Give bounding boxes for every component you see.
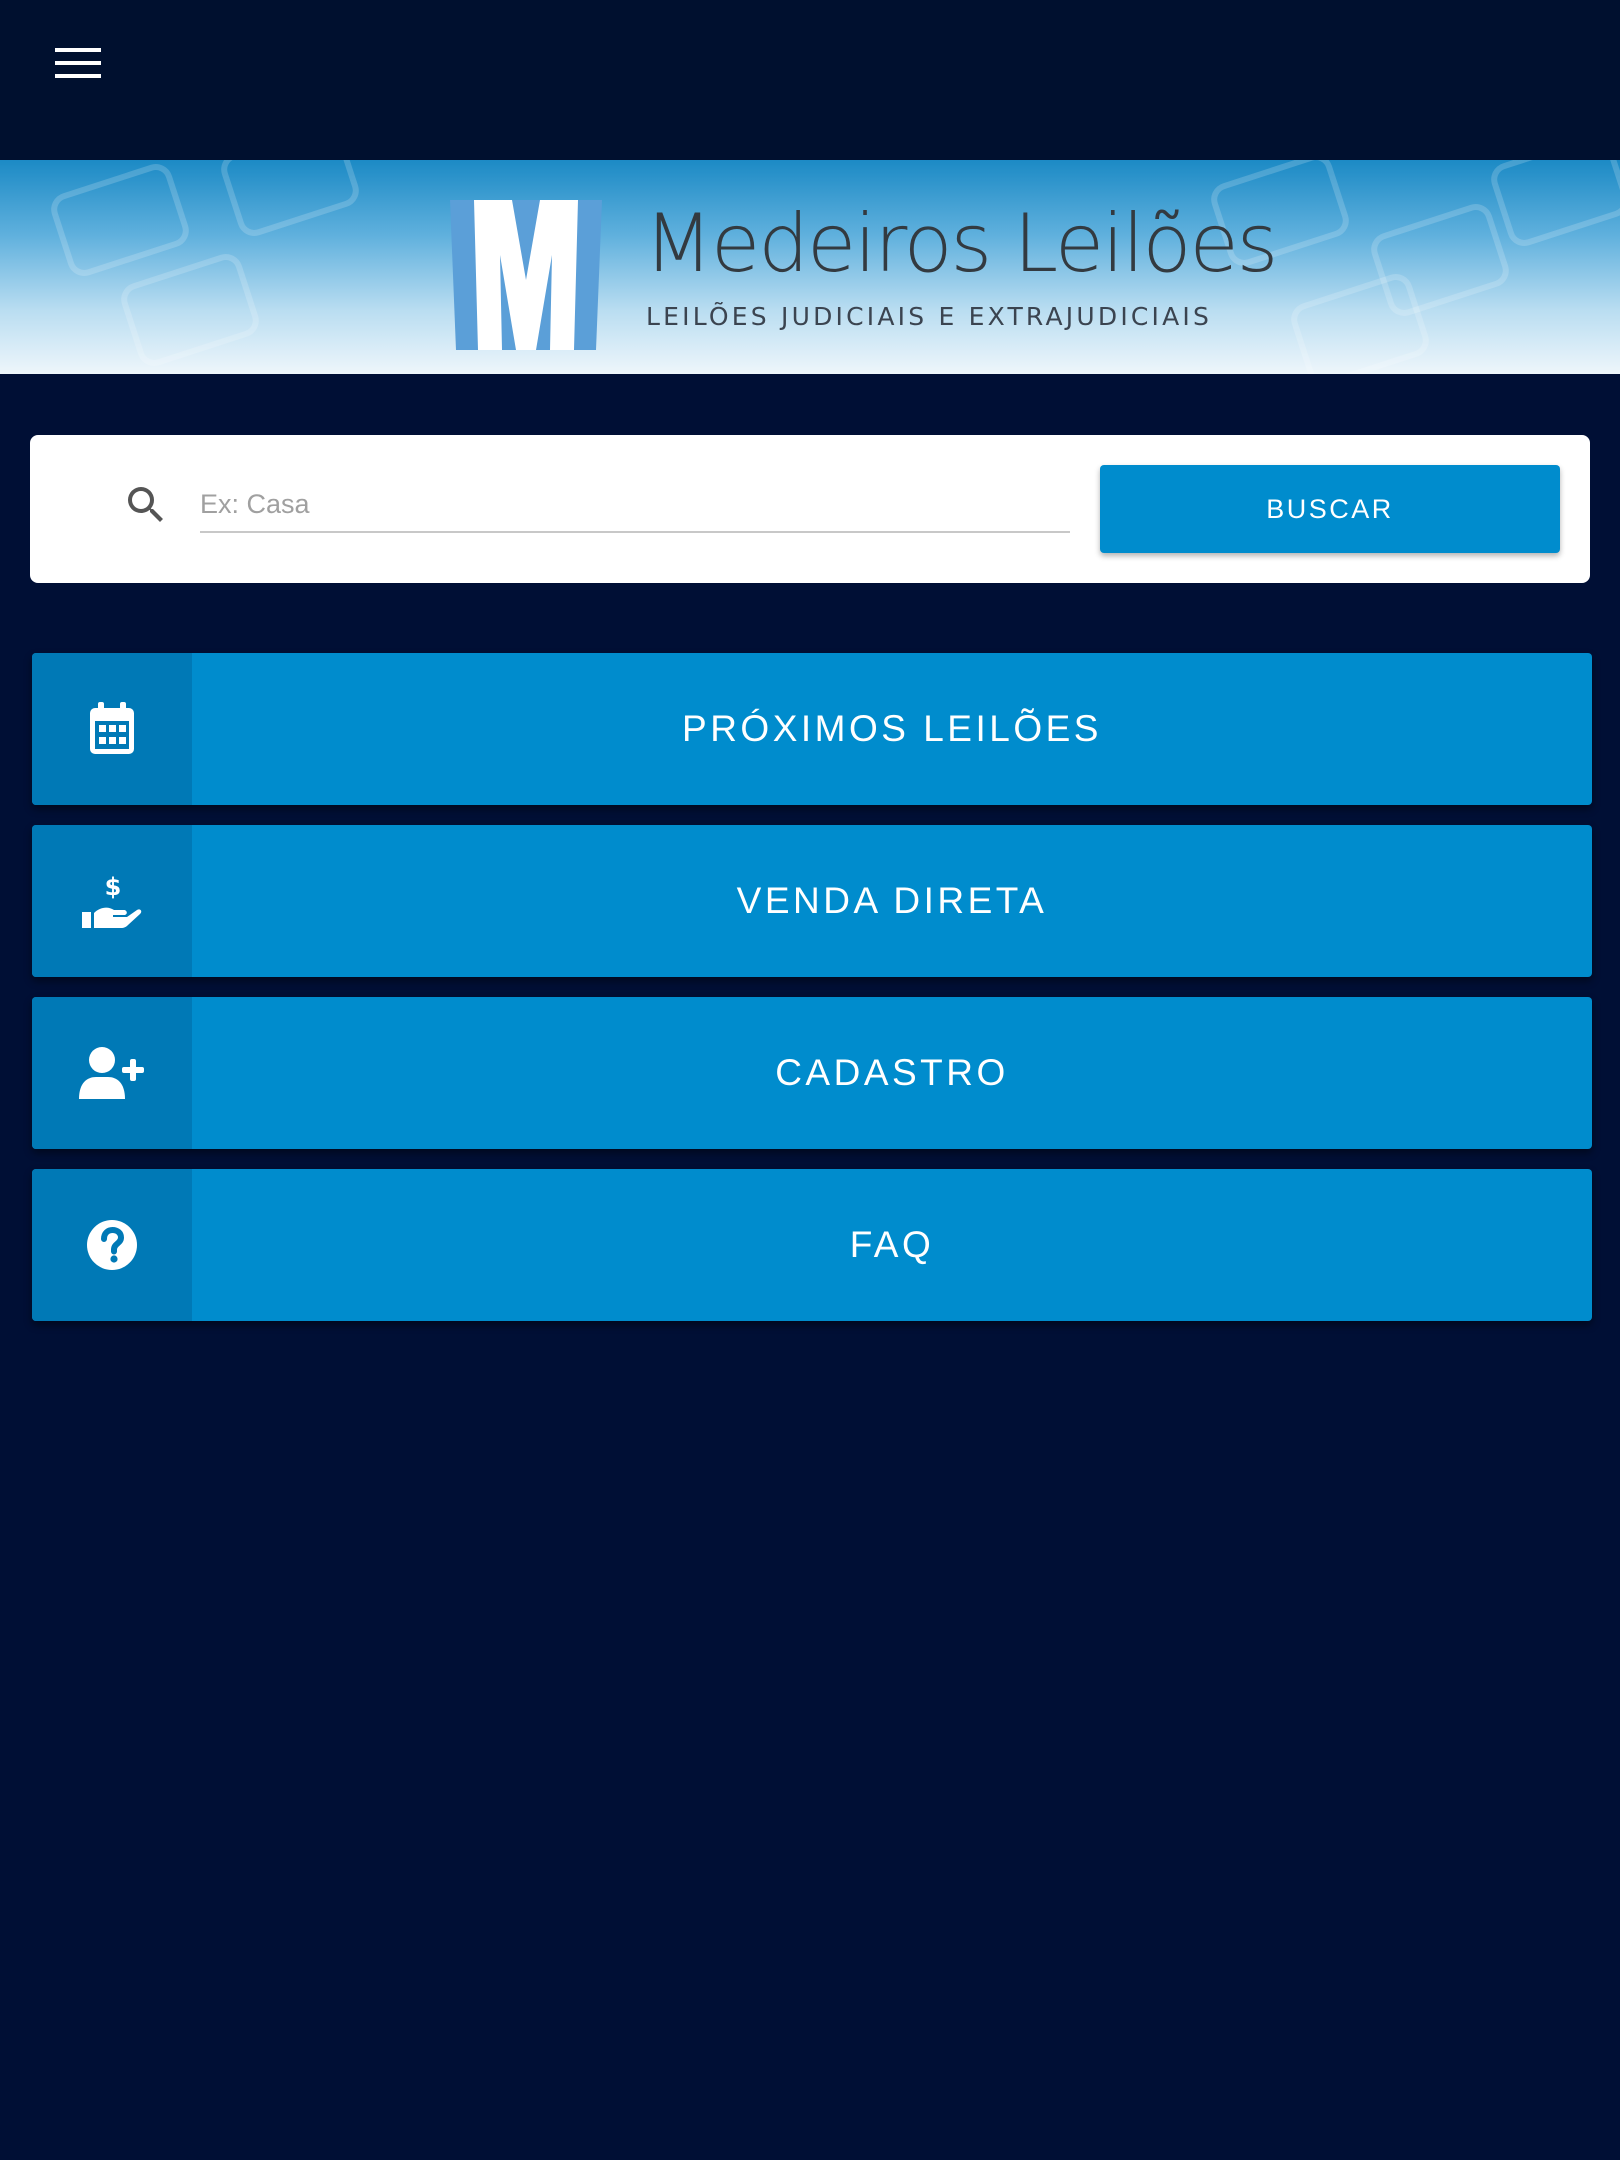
nav-label: PRÓXIMOS LEILÕES (682, 708, 1102, 749)
svg-text:$: $ (105, 874, 122, 901)
nav-button-cadastro[interactable]: CADASTRO (32, 997, 1592, 1149)
nav-button-venda-direta[interactable]: $ VENDA DIRETA (32, 825, 1592, 977)
question-circle-icon (87, 1220, 137, 1270)
logo-m-mark (450, 200, 602, 350)
nav-label: VENDA DIRETA (736, 880, 1048, 921)
nav-icon-container (32, 1169, 192, 1321)
search-icon (128, 487, 163, 522)
brand-banner: Medeiros Leilões LEILÕES JUDICIAIS E EXT… (0, 160, 1620, 374)
nav-button-faq[interactable]: FAQ (32, 1169, 1592, 1321)
nav-label: FAQ (849, 1224, 935, 1265)
top-app-bar (0, 0, 1620, 160)
user-plus-icon (79, 1047, 144, 1099)
menu-button[interactable] (40, 38, 116, 88)
brand-logo: Medeiros Leilões LEILÕES JUDICIAIS E EXT… (450, 200, 1278, 350)
nav-icon-container (32, 997, 192, 1149)
nav-icon-container (32, 653, 192, 805)
nav-label: CADASTRO (775, 1052, 1009, 1093)
search-input[interactable] (200, 477, 1070, 533)
calendar-icon (90, 702, 134, 754)
search-button[interactable]: BUSCAR (1100, 465, 1560, 553)
brand-name: Medeiros Leilões (644, 197, 1278, 290)
nav-icon-container: $ (32, 825, 192, 977)
brand-tagline: LEILÕES JUDICIAIS E EXTRAJUDICIAIS (646, 302, 1213, 331)
nav-button-proximos-leiloes[interactable]: PRÓXIMOS LEILÕES (32, 653, 1592, 805)
search-card: BUSCAR (30, 435, 1590, 583)
main-nav-list: PRÓXIMOS LEILÕES $ VENDA DIRETA CADASTRO (32, 653, 1592, 1341)
hand-money-icon: $ (82, 874, 142, 928)
hamburger-menu-icon (55, 48, 101, 78)
